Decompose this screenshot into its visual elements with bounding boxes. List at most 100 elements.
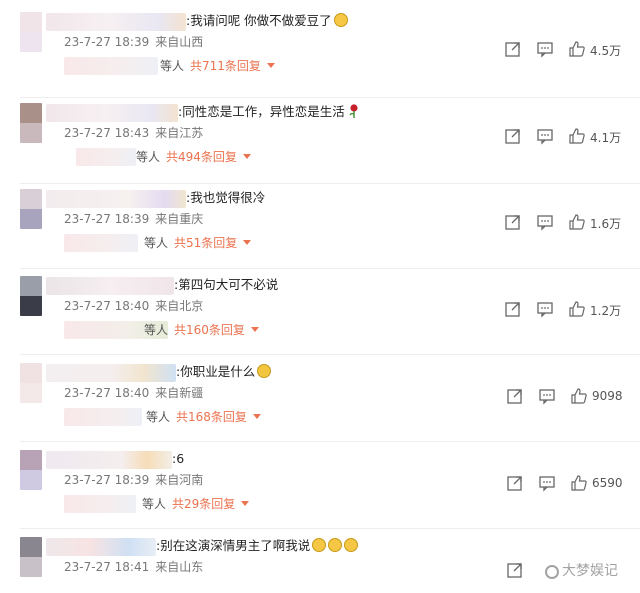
username-blurred[interactable] [46, 190, 186, 208]
comment-icon[interactable] [538, 387, 556, 405]
avatar[interactable] [20, 12, 42, 52]
caret-down-icon[interactable] [242, 154, 251, 159]
comment-location: 来自河南 [155, 473, 204, 487]
avatar[interactable] [20, 276, 42, 316]
reply-users-blurred [64, 495, 136, 513]
comment-location: 来自北京 [155, 299, 204, 313]
reply-count-link[interactable]: 共494条回复 [166, 150, 237, 164]
comment-date: 23-7-27 18:43 [64, 126, 150, 140]
reply-prefix: 等人 [160, 59, 185, 73]
share-icon[interactable] [506, 387, 524, 405]
crying-emoji-icon [328, 538, 343, 552]
crying-emoji-icon [312, 538, 327, 552]
comment-location: 来自江苏 [155, 126, 204, 140]
avatar[interactable] [20, 363, 42, 403]
caret-down-icon[interactable] [241, 501, 250, 506]
share-icon[interactable] [506, 474, 524, 492]
comment-meta: 23-7-27 18:43 来自江苏 [64, 125, 203, 141]
avatar[interactable] [20, 450, 42, 490]
like-count: 9098 [592, 389, 623, 403]
comment-location: 来自山东 [155, 560, 204, 574]
laugh-cry-emoji-icon [257, 364, 272, 378]
username-blurred[interactable] [46, 451, 172, 469]
username-blurred[interactable] [46, 13, 186, 31]
divider [20, 441, 640, 442]
like-icon[interactable] [570, 387, 588, 405]
comment-meta: 23-7-27 18:39 来自山西 [64, 34, 203, 50]
like-icon[interactable] [568, 127, 586, 145]
avatar[interactable] [20, 189, 42, 229]
comment-location: 来自新疆 [155, 386, 204, 400]
reply-prefix: 等人 [144, 323, 169, 337]
comment-text: :别在这演深情男主了啊我说 [156, 537, 359, 555]
reply-prefix: 等人 [144, 236, 169, 250]
comment-meta: 23-7-27 18:39 来自河南 [64, 472, 203, 488]
comment-text: :我也觉得很冷 [186, 190, 266, 205]
comment-icon[interactable] [538, 474, 556, 492]
comment-icon[interactable] [536, 40, 554, 58]
caret-down-icon[interactable] [250, 327, 259, 332]
comment-date: 23-7-27 18:39 [64, 473, 150, 487]
comment-icon[interactable] [536, 213, 554, 231]
comment-date: 23-7-27 18:41 [64, 560, 150, 574]
comment-date: 23-7-27 18:39 [64, 35, 150, 49]
reply-count-link[interactable]: 共711条回复 [190, 59, 261, 73]
share-icon[interactable] [506, 561, 524, 579]
share-icon[interactable] [504, 300, 522, 318]
reply-users-blurred [64, 408, 142, 426]
rose-emoji-icon [349, 104, 358, 118]
like-count: 6590 [592, 476, 623, 490]
share-icon[interactable] [504, 127, 522, 145]
reply-users-blurred [64, 57, 158, 75]
share-icon[interactable] [504, 213, 522, 231]
divider [20, 97, 640, 98]
username-blurred[interactable] [46, 277, 174, 295]
watermark: 大梦娱记 [545, 560, 618, 580]
like-count: 1.2万 [590, 304, 622, 318]
like-icon[interactable] [570, 474, 588, 492]
share-icon[interactable] [504, 40, 522, 58]
like-count: 1.6万 [590, 217, 622, 231]
reply-count-link[interactable]: 共51条回复 [174, 236, 237, 250]
divider [20, 268, 640, 269]
username-blurred[interactable] [46, 538, 156, 556]
like-count: 4.5万 [590, 44, 622, 58]
comment-text: :同性恋是工作，异性恋是生活 [178, 103, 360, 121]
username-blurred[interactable] [46, 104, 178, 122]
divider [20, 183, 640, 184]
like-icon[interactable] [568, 300, 586, 318]
reply-prefix: 等人 [146, 410, 171, 424]
reply-count-link[interactable]: 共168条回复 [176, 410, 247, 424]
comment-date: 23-7-27 18:40 [64, 299, 150, 313]
caret-down-icon[interactable] [243, 240, 252, 245]
comment-text: :你职业是什么 [176, 363, 272, 381]
reply-count-link[interactable]: 共160条回复 [174, 323, 245, 337]
like-icon[interactable] [568, 213, 586, 231]
smile-emoji-icon [333, 13, 348, 27]
caret-down-icon[interactable] [266, 63, 275, 68]
comment-icon[interactable] [536, 300, 554, 318]
comment-icon[interactable] [536, 127, 554, 145]
comment-location: 来自重庆 [155, 212, 204, 226]
avatar[interactable] [20, 537, 42, 577]
comment-meta: 23-7-27 18:39 来自重庆 [64, 211, 203, 227]
like-count: 4.1万 [590, 131, 622, 145]
comment-meta: 23-7-27 18:40 来自北京 [64, 298, 203, 314]
comment-meta: 23-7-27 18:40 来自新疆 [64, 385, 203, 401]
reply-users-blurred [76, 148, 136, 166]
comment-text: :第四句大可不必说 [174, 277, 279, 292]
like-icon[interactable] [568, 40, 586, 58]
reply-users-blurred [64, 234, 138, 252]
comment-location: 来自山西 [155, 35, 204, 49]
reply-prefix: 等人 [136, 150, 161, 164]
comment-meta: 23-7-27 18:41 来自山东 [64, 559, 203, 575]
avatar[interactable] [20, 103, 42, 143]
comment-date: 23-7-27 18:39 [64, 212, 150, 226]
reply-prefix: 等人 [142, 497, 167, 511]
comment-text: :6 [172, 451, 185, 466]
divider [20, 354, 640, 355]
caret-down-icon[interactable] [252, 414, 261, 419]
username-blurred[interactable] [46, 364, 176, 382]
divider [20, 528, 640, 529]
reply-count-link[interactable]: 共29条回复 [172, 497, 235, 511]
